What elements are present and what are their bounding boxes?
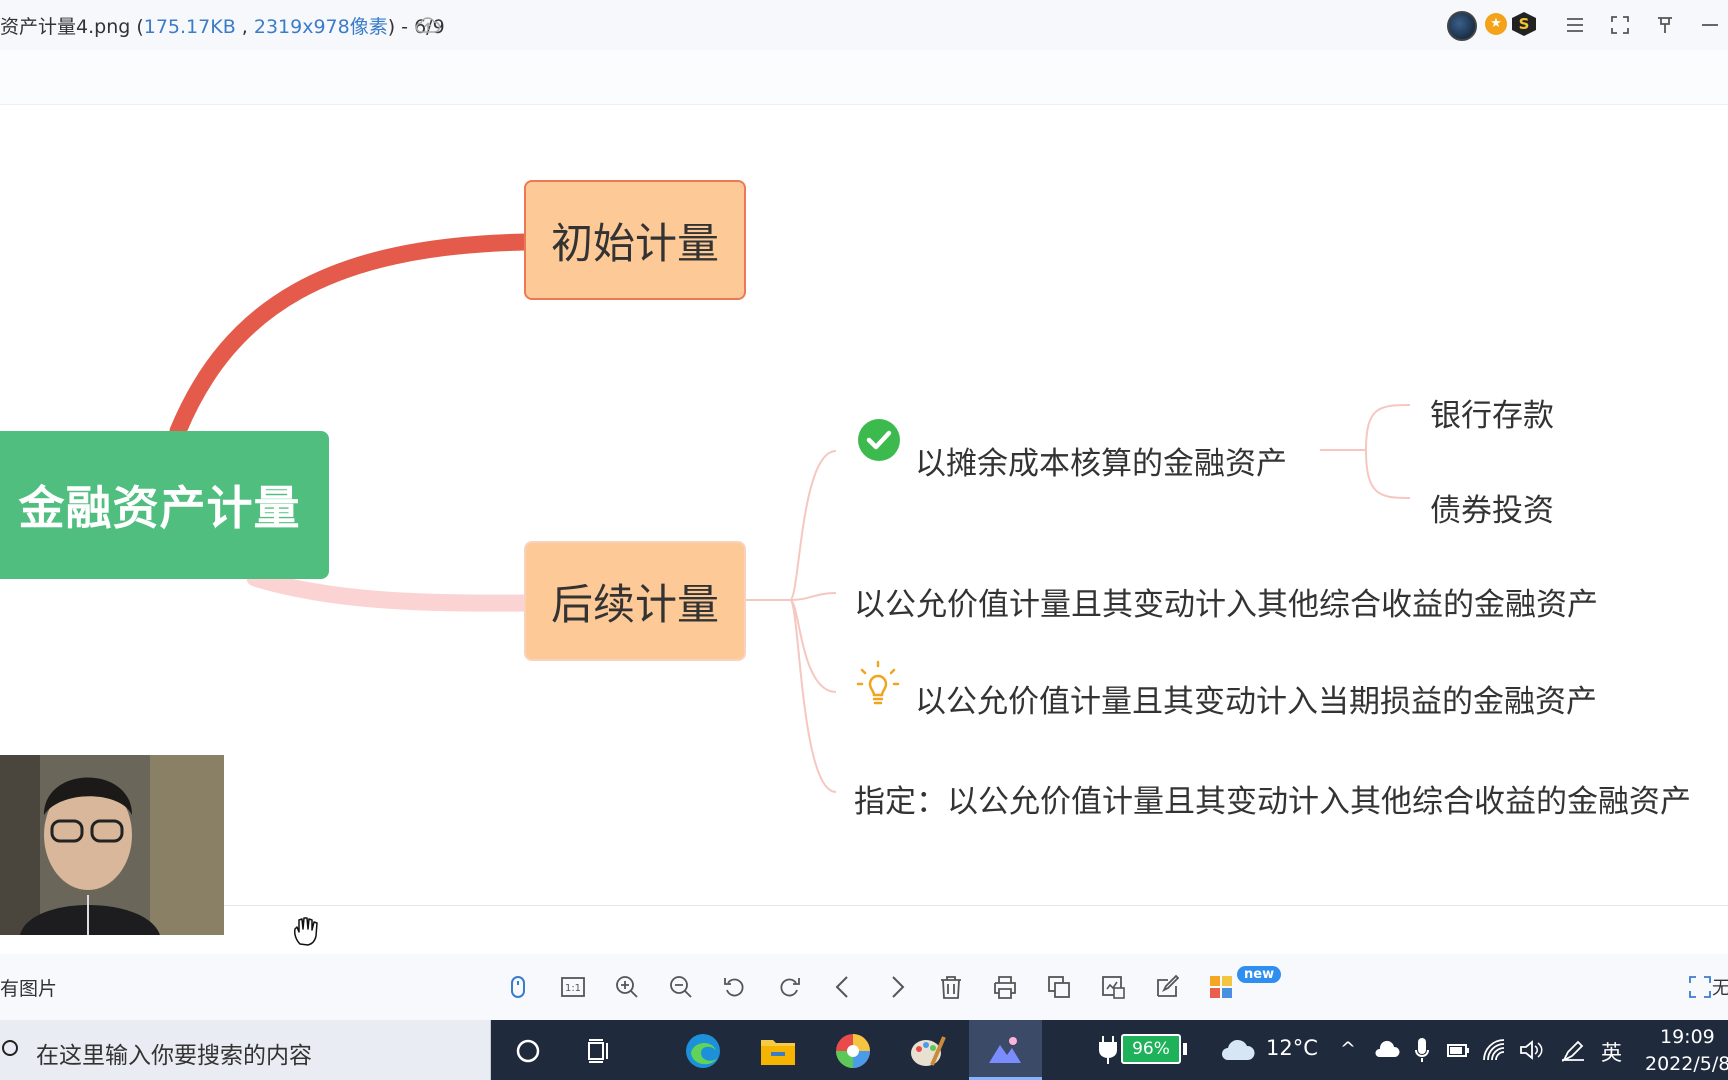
mouse-icon[interactable] (503, 972, 533, 1002)
battery-tip (1183, 1043, 1187, 1055)
cloud-upload-icon[interactable] (414, 13, 442, 37)
check-icon (858, 419, 900, 461)
root-node-label: 金融资产计量 (18, 481, 301, 535)
previous-icon[interactable] (828, 972, 858, 1002)
task-view-circle-icon[interactable] (505, 1028, 551, 1074)
apps-icon[interactable] (1206, 972, 1236, 1002)
leaf-amortized-cost[interactable]: 以摊余成本核算的金融资产 (915, 438, 1287, 483)
search-icon (2, 1040, 18, 1056)
menu-icon[interactable] (1560, 10, 1590, 40)
search-placeholder: 在这里输入你要搜索的内容 (36, 1043, 312, 1069)
sub-toolbar (0, 50, 1728, 105)
edge-browser-icon[interactable] (680, 1028, 726, 1074)
leaf-bank-deposit[interactable]: 银行存款 (1430, 390, 1554, 435)
file-explorer-icon[interactable] (755, 1028, 801, 1074)
branch-subsequent-measurement[interactable]: 后续计量 (524, 541, 746, 661)
rotate-right-icon[interactable] (774, 972, 804, 1002)
lightbulb-icon (856, 660, 900, 705)
title-separator: , (235, 16, 254, 38)
webcam-overlay (0, 755, 224, 935)
next-icon[interactable] (882, 972, 912, 1002)
branch-initial-label: 初始计量 (550, 218, 719, 268)
power-plug-icon (1099, 1036, 1117, 1064)
new-badge: new (1237, 966, 1282, 983)
delete-icon[interactable] (936, 972, 966, 1002)
clock-time[interactable]: 19:09 (1660, 1026, 1715, 1048)
cloud-weather-icon[interactable] (1220, 1034, 1256, 1064)
wifi-icon[interactable] (1482, 1038, 1508, 1062)
leaf-fvoci[interactable]: 以公允价值计量且其变动计入其他综合收益的金融资产 (854, 579, 1598, 624)
pen-icon[interactable] (1560, 1038, 1586, 1062)
leaf-fvtpl[interactable]: 以公允价值计量且其变动计入当期损益的金融资产 (915, 676, 1597, 721)
zoom-in-icon[interactable] (612, 972, 642, 1002)
leaf-bond-investment[interactable]: 债券投资 (1430, 485, 1554, 530)
onedrive-icon[interactable] (1374, 1040, 1400, 1060)
taskbar: 在这里输入你要搜索的内容 96% 12°C ^ 英 19:09 2022/5/8 (0, 1020, 1728, 1080)
volume-icon[interactable] (1518, 1038, 1544, 1062)
minimize-icon[interactable] (1695, 10, 1725, 40)
root-node[interactable]: 金融资产计量 (0, 431, 329, 579)
leaf-designated-fvoci[interactable]: 指定：以公允价值计量且其变动计入其他综合收益的金融资产 (854, 776, 1691, 821)
all-pictures-link[interactable]: 有图片 (0, 974, 57, 1001)
user-avatar[interactable] (1447, 11, 1477, 41)
task-view-icon[interactable] (576, 1028, 622, 1074)
s-badge-icon[interactable]: S (1512, 12, 1536, 36)
zoom-out-icon[interactable] (666, 972, 696, 1002)
fullscreen-icon[interactable] (1605, 10, 1635, 40)
edit-icon[interactable] (1152, 972, 1182, 1002)
image-viewer-icon[interactable] (982, 1028, 1028, 1074)
microphone-icon[interactable] (1414, 1036, 1430, 1064)
print-icon[interactable] (990, 972, 1020, 1002)
actual-size-icon[interactable]: 1:1 (558, 972, 588, 1002)
battery-indicator[interactable]: 96% (1121, 1034, 1181, 1064)
paint-app-icon[interactable] (905, 1028, 951, 1074)
branch-subsequent-label: 后续计量 (550, 579, 719, 629)
color-wheel-app-icon[interactable] (830, 1028, 876, 1074)
hand-cursor-icon (294, 917, 318, 946)
image-dimensions: 2319x978像素 (253, 16, 388, 38)
pin-icon[interactable] (1650, 10, 1680, 40)
temperature[interactable]: 12°C (1266, 1036, 1318, 1060)
title-bar: 资产计量4.png (175.17KB , 2319x978像素) - 6/9 … (0, 0, 1728, 50)
convert-icon[interactable] (1044, 972, 1074, 1002)
viewer-toolbar: 有图片 1:1 new 无 (0, 954, 1728, 1020)
window-title: 资产计量4.png (175.17KB , 2319x978像素) - 6/9 (0, 12, 445, 39)
image-canvas[interactable]: 金融资产计量 初始计量 后续计量 以摊余成本核算的金融资产 银行存款 债券投资 … (0, 106, 1728, 946)
fit-label[interactable]: 无 (1712, 974, 1728, 1000)
branch-initial-measurement[interactable]: 初始计量 (524, 180, 746, 300)
svg-text:1:1: 1:1 (565, 983, 581, 994)
rotate-left-icon[interactable] (720, 972, 750, 1002)
extract-icon[interactable] (1098, 972, 1128, 1002)
clock-date[interactable]: 2022/5/8 (1645, 1053, 1728, 1075)
title-filename: 资产计量4.png ( (0, 16, 144, 38)
battery-tray-icon[interactable] (1446, 1040, 1470, 1060)
taskbar-search[interactable]: 在这里输入你要搜索的内容 (0, 1020, 491, 1080)
vip-badge-icon[interactable]: ★ (1485, 13, 1507, 35)
ime-indicator[interactable]: 英 (1601, 1037, 1622, 1067)
file-size: 175.17KB (143, 16, 236, 38)
show-hidden-icons-icon[interactable]: ^ (1340, 1038, 1356, 1060)
fit-window-icon[interactable] (1685, 972, 1715, 1002)
